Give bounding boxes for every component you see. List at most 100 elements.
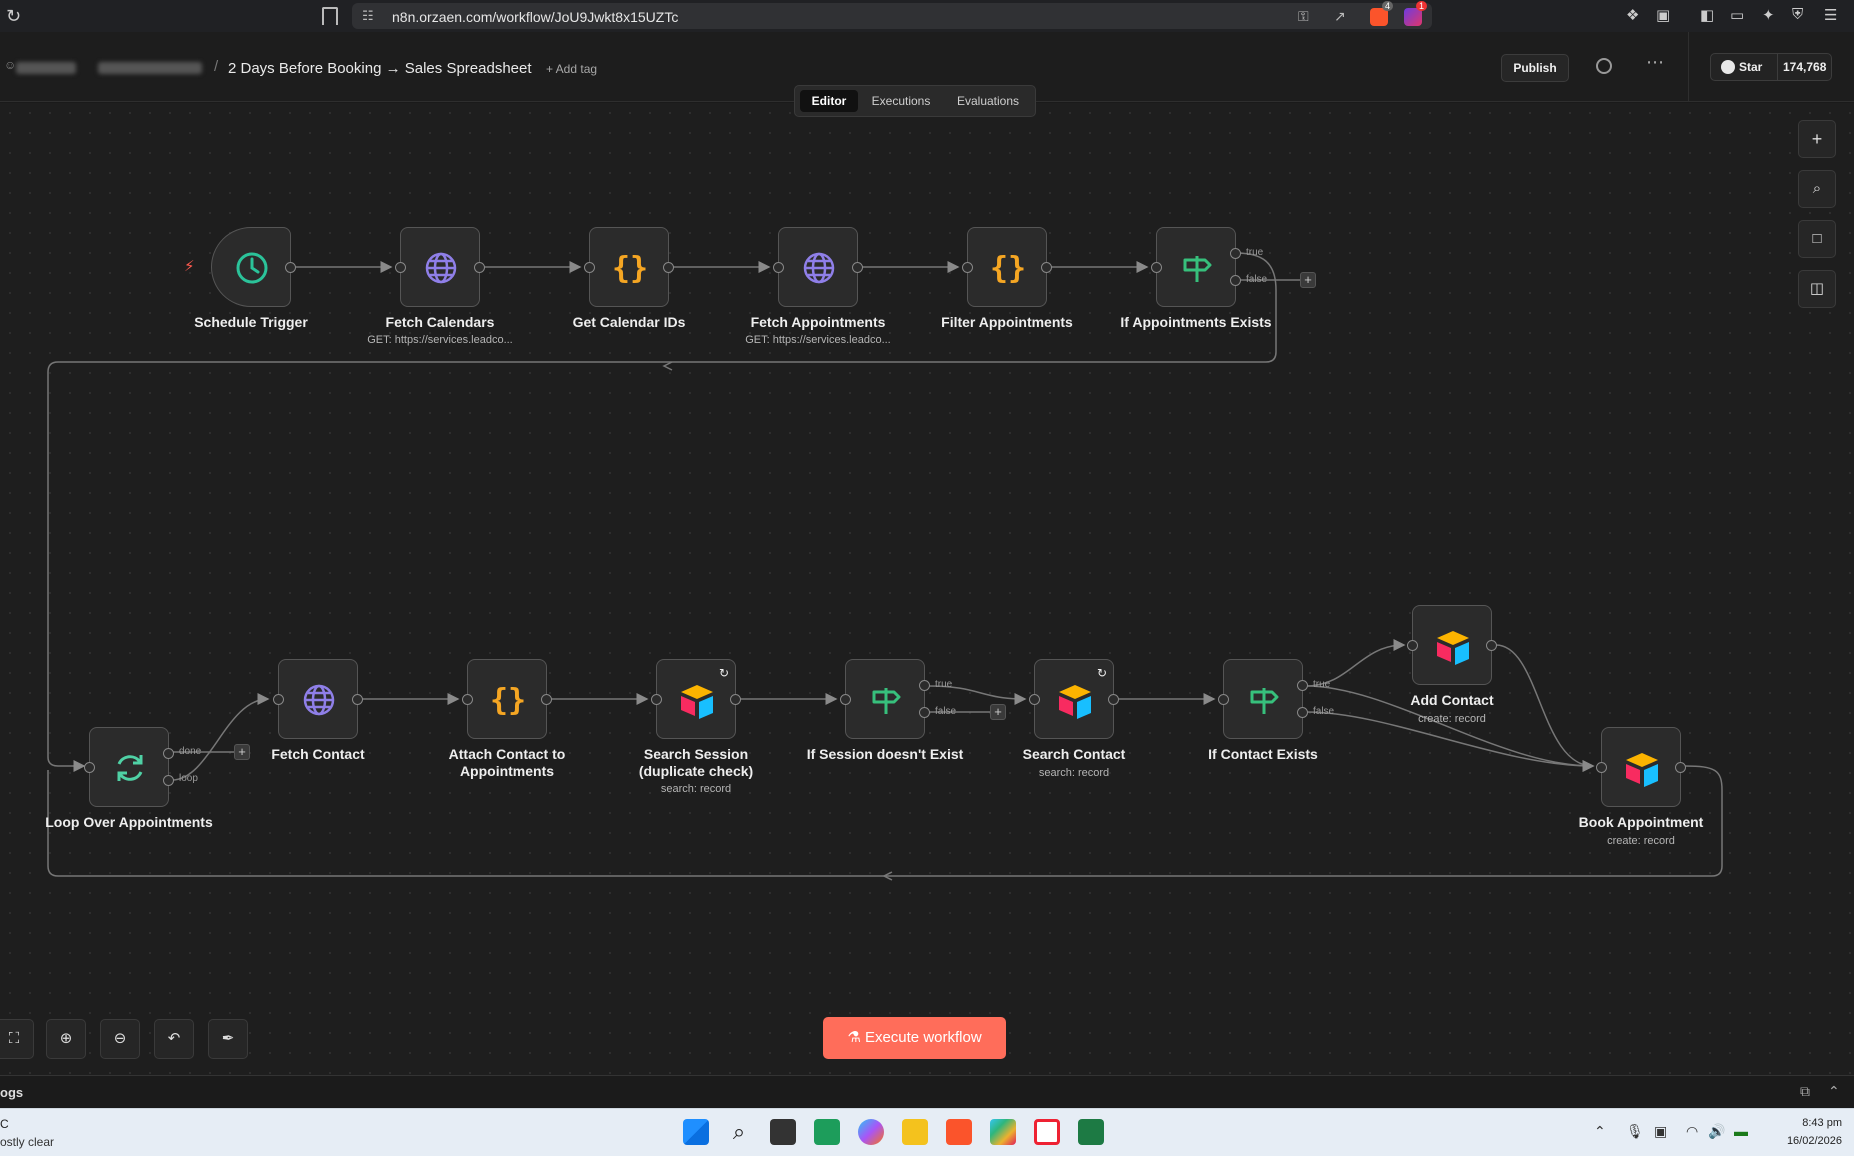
output-handle[interactable]	[1108, 694, 1119, 705]
output-handle[interactable]	[852, 262, 863, 273]
tray-chevron-icon[interactable]: ⌃	[1594, 1123, 1606, 1140]
popout-icon[interactable]: ⧉	[1800, 1083, 1810, 1100]
zoom-in-icon[interactable]: ⊕	[46, 1019, 86, 1059]
clock-time[interactable]: 8:43 pm	[1790, 1117, 1842, 1129]
tidy-up-icon[interactable]: ✒	[208, 1019, 248, 1059]
node-filter-appointments[interactable]: {}	[962, 227, 1052, 307]
file-explorer-icon[interactable]	[902, 1119, 928, 1145]
excel-icon[interactable]	[1078, 1119, 1104, 1145]
logs-panel-bar[interactable]: ogs ⧉ ⌃	[0, 1075, 1854, 1107]
input-handle[interactable]	[651, 694, 662, 705]
side-panel-icon[interactable]: ◫	[1798, 270, 1836, 308]
node-schedule-trigger[interactable]	[211, 227, 296, 307]
clickup-icon[interactable]	[1034, 1119, 1060, 1145]
tab-executions[interactable]: Executions	[861, 90, 941, 112]
meet-now-icon[interactable]: ▣	[1654, 1123, 1667, 1140]
brave-browser-icon[interactable]	[946, 1119, 972, 1145]
output-handle[interactable]	[1486, 640, 1497, 651]
output-handle[interactable]	[352, 694, 363, 705]
node-label: If Session doesn't Exist	[806, 746, 964, 762]
node-label: Filter Appointments	[941, 314, 1073, 330]
add-node-plus-button[interactable]: +	[990, 704, 1006, 720]
input-handle[interactable]	[1407, 640, 1418, 651]
output-handle[interactable]	[663, 262, 674, 273]
add-node-button[interactable]: +	[1798, 120, 1836, 158]
zoom-out-icon[interactable]: ⊖	[100, 1019, 140, 1059]
input-handle[interactable]	[395, 262, 406, 273]
microphone-icon[interactable]: 🎙	[1626, 1123, 1644, 1140]
weather-temp[interactable]: C	[0, 1117, 9, 1131]
node-search-session[interactable]: ↻	[651, 659, 741, 739]
output-handle[interactable]	[474, 262, 485, 273]
battery-icon[interactable]: ▬	[1734, 1123, 1748, 1139]
input-handle[interactable]	[962, 262, 973, 273]
input-handle[interactable]	[1218, 694, 1229, 705]
loop-icon	[117, 755, 143, 781]
pycharm-icon[interactable]	[814, 1119, 840, 1145]
node-fetch-appointments[interactable]	[773, 227, 863, 307]
screen: ↻ ☷ n8n.orzaen.com/workflow/JoU9Jwkt8x15…	[0, 0, 1854, 1156]
input-handle[interactable]	[84, 762, 95, 773]
signpost-icon	[1183, 256, 1212, 282]
output-handle[interactable]	[730, 694, 741, 705]
input-handle[interactable]	[1596, 762, 1607, 773]
false-label: false	[935, 706, 957, 717]
pinned-refresh-icon[interactable]: ↻	[1097, 666, 1107, 680]
node-fetch-contact[interactable]	[273, 659, 363, 739]
slack-icon[interactable]	[990, 1119, 1016, 1145]
true-output-handle[interactable]	[1230, 248, 1241, 259]
node-get-calendar-ids[interactable]: {}	[584, 227, 674, 307]
done-output-handle[interactable]	[163, 748, 174, 759]
clock-date[interactable]: 16/02/2026	[1770, 1135, 1842, 1147]
node-label: Fetch Calendars	[385, 314, 495, 330]
input-handle[interactable]	[273, 694, 284, 705]
input-handle[interactable]	[1029, 694, 1040, 705]
loop-output-handle[interactable]	[163, 775, 174, 786]
false-label: false	[1313, 706, 1335, 717]
node-search-contact[interactable]: ↻	[1029, 659, 1119, 739]
sticky-note-icon[interactable]: □	[1798, 220, 1836, 258]
false-output-handle[interactable]	[919, 707, 930, 718]
search-icon[interactable]: ⌕	[1798, 170, 1836, 208]
tab-evaluations[interactable]: Evaluations	[945, 90, 1031, 112]
node-if-appointments-exists[interactable]	[1151, 227, 1241, 307]
input-handle[interactable]	[584, 262, 595, 273]
globe-icon	[803, 252, 835, 284]
execute-workflow-button[interactable]: ⚗ Execute workflow	[823, 1017, 1006, 1059]
clock-icon	[236, 252, 268, 284]
input-handle[interactable]	[1151, 262, 1162, 273]
windows-start-icon[interactable]	[683, 1119, 709, 1145]
input-handle[interactable]	[462, 694, 473, 705]
node-if-session-not-exist[interactable]	[840, 659, 930, 739]
search-taskbar-icon[interactable]: ⌕	[726, 1119, 752, 1145]
node-if-contact-exists[interactable]	[1218, 659, 1308, 739]
false-label: false	[1246, 274, 1268, 285]
node-book-appointment[interactable]	[1596, 727, 1686, 807]
output-handle[interactable]	[285, 262, 296, 273]
output-handle[interactable]	[1041, 262, 1052, 273]
code-braces-icon: {}	[612, 251, 648, 286]
add-node-plus-button[interactable]: +	[1300, 272, 1316, 288]
weather-status[interactable]: ostly clear	[0, 1135, 54, 1149]
task-view-icon[interactable]	[770, 1119, 796, 1145]
tab-editor[interactable]: Editor	[800, 90, 858, 112]
fit-view-icon[interactable]: ⛶	[0, 1019, 34, 1059]
input-handle[interactable]	[840, 694, 851, 705]
true-output-handle[interactable]	[1297, 680, 1308, 691]
node-fetch-calendars[interactable]	[395, 227, 485, 307]
copilot-icon[interactable]	[858, 1119, 884, 1145]
node-add-contact[interactable]	[1407, 605, 1497, 685]
output-handle[interactable]	[1675, 762, 1686, 773]
false-output-handle[interactable]	[1230, 275, 1241, 286]
wifi-icon[interactable]: ◠	[1686, 1123, 1698, 1140]
undo-icon[interactable]: ↶	[154, 1019, 194, 1059]
volume-icon[interactable]: 🔊	[1708, 1123, 1725, 1140]
node-loop-over-appointments[interactable]	[84, 727, 174, 807]
pinned-refresh-icon[interactable]: ↻	[719, 666, 729, 680]
node-attach-contact[interactable]: {}	[462, 659, 552, 739]
chevron-up-icon[interactable]: ⌃	[1828, 1083, 1840, 1100]
false-output-handle[interactable]	[1297, 707, 1308, 718]
output-handle[interactable]	[541, 694, 552, 705]
input-handle[interactable]	[773, 262, 784, 273]
true-output-handle[interactable]	[919, 680, 930, 691]
